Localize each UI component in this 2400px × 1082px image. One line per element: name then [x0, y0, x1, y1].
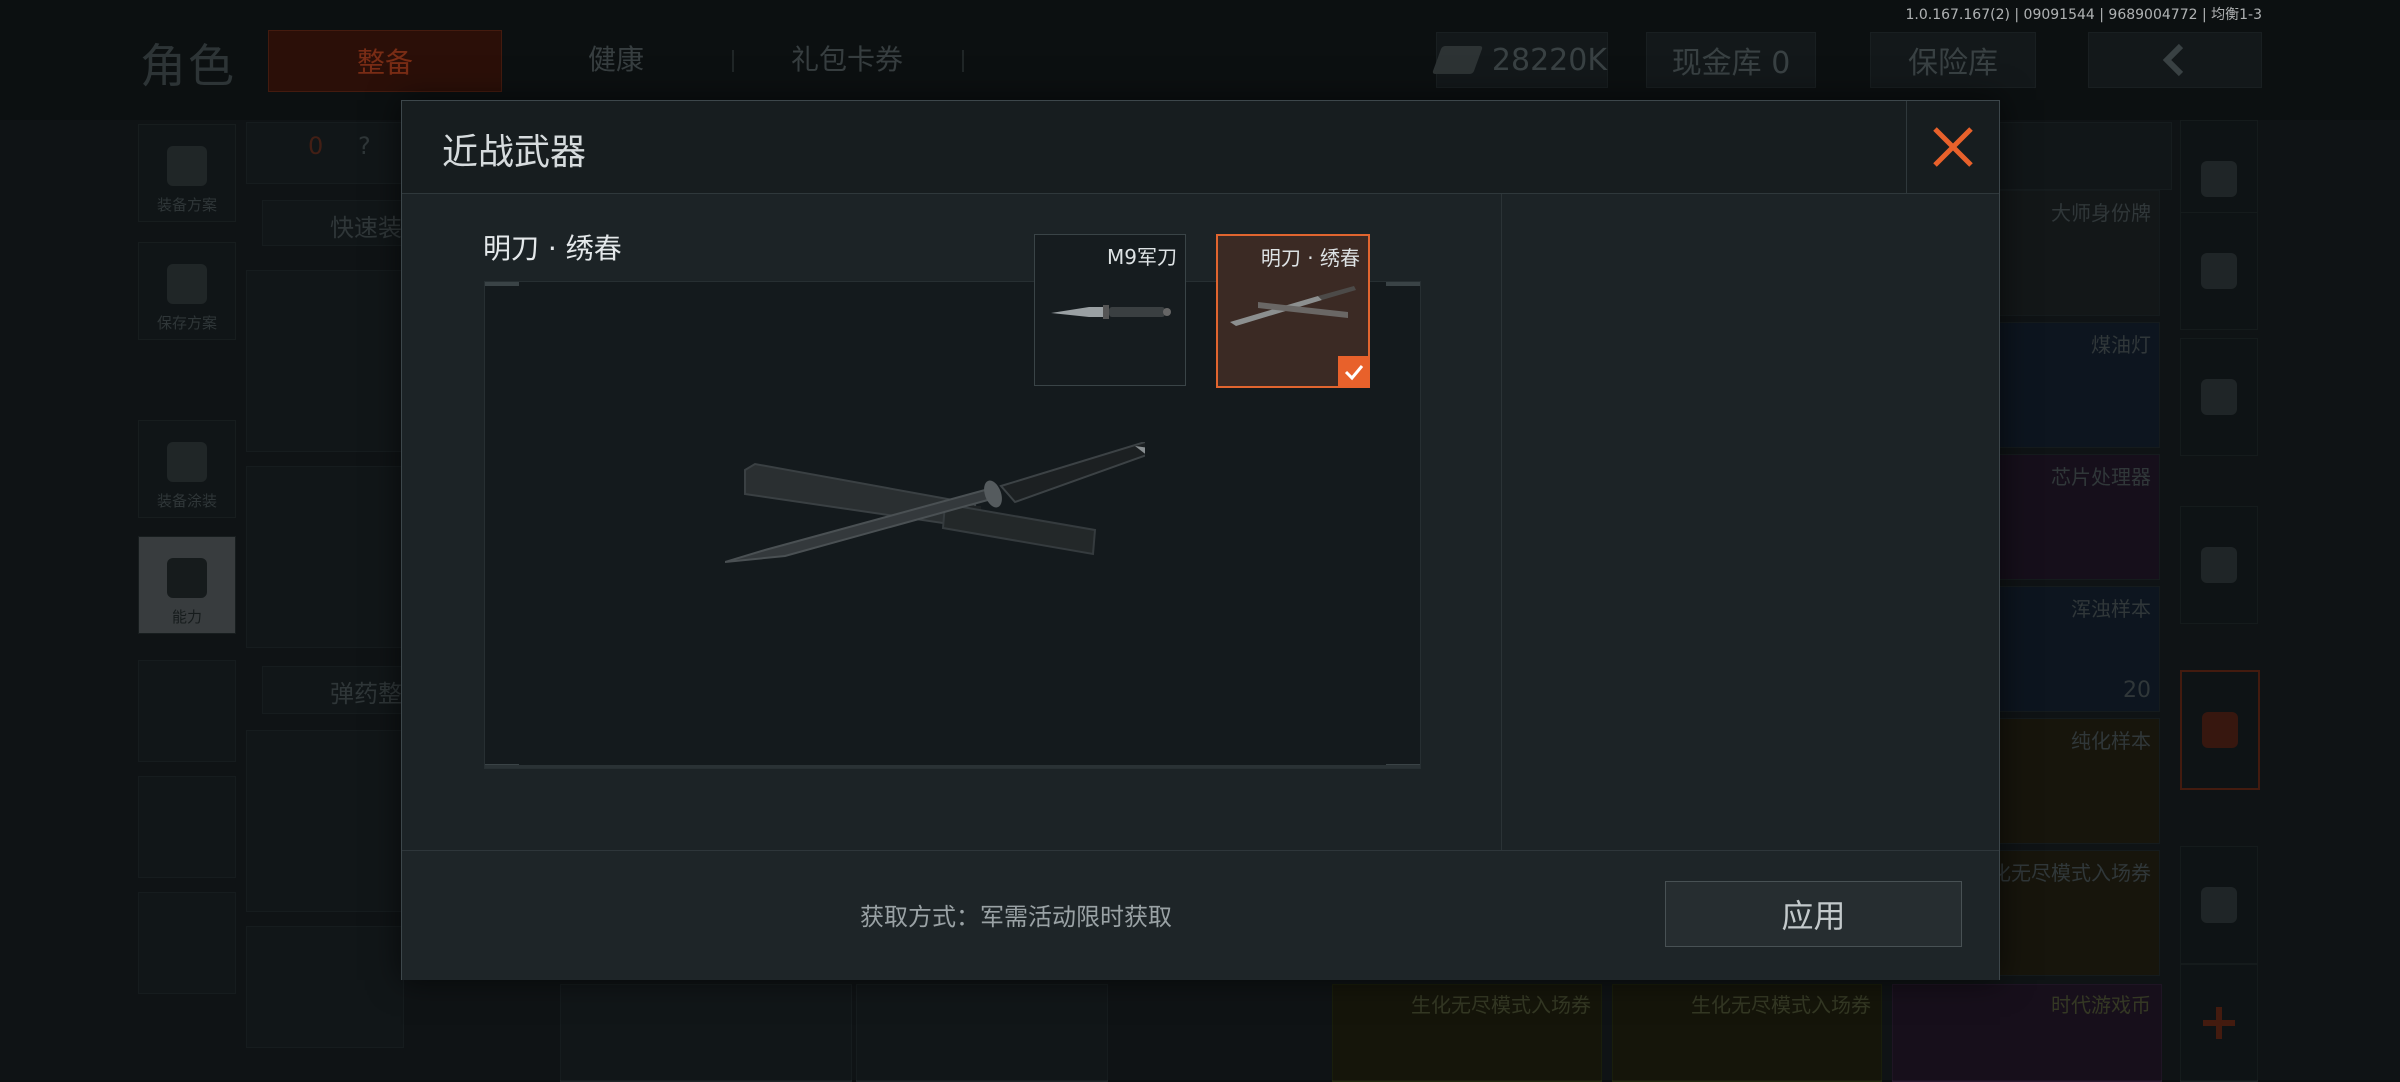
melee-weapon-dialog: 近战武器 明刀 · 绣春 M9军刀 明刀 · 绣春 获取方式：军需活动限时获取 …: [401, 100, 2000, 980]
sword-thumbnail-image: [1230, 286, 1356, 326]
frame-corner: [1386, 282, 1420, 286]
dialog-header: 近战武器: [402, 101, 1999, 194]
weapon-option-xiuchun[interactable]: 明刀 · 绣春: [1216, 234, 1370, 388]
selected-check: [1338, 356, 1370, 388]
knife-image: [1051, 305, 1171, 319]
weapon-option-label: 明刀 · 绣春: [1260, 246, 1360, 270]
sword-image: [725, 442, 1145, 563]
frame-corner: [485, 282, 519, 286]
vertical-divider: [1501, 194, 1502, 850]
weapon-option-m9[interactable]: M9军刀: [1034, 234, 1186, 386]
check-icon: [1344, 365, 1364, 381]
selected-weapon-name: 明刀 · 绣春: [483, 232, 622, 265]
dialog-title: 近战武器: [442, 132, 587, 173]
weapon-option-label: M9军刀: [1107, 245, 1177, 269]
close-icon: [1933, 127, 1973, 167]
apply-button[interactable]: 应用: [1665, 881, 1962, 947]
close-button[interactable]: [1906, 101, 1999, 193]
frame-bottom-line: [485, 765, 1420, 768]
acquire-method-text: 获取方式：军需活动限时获取: [860, 903, 1172, 931]
